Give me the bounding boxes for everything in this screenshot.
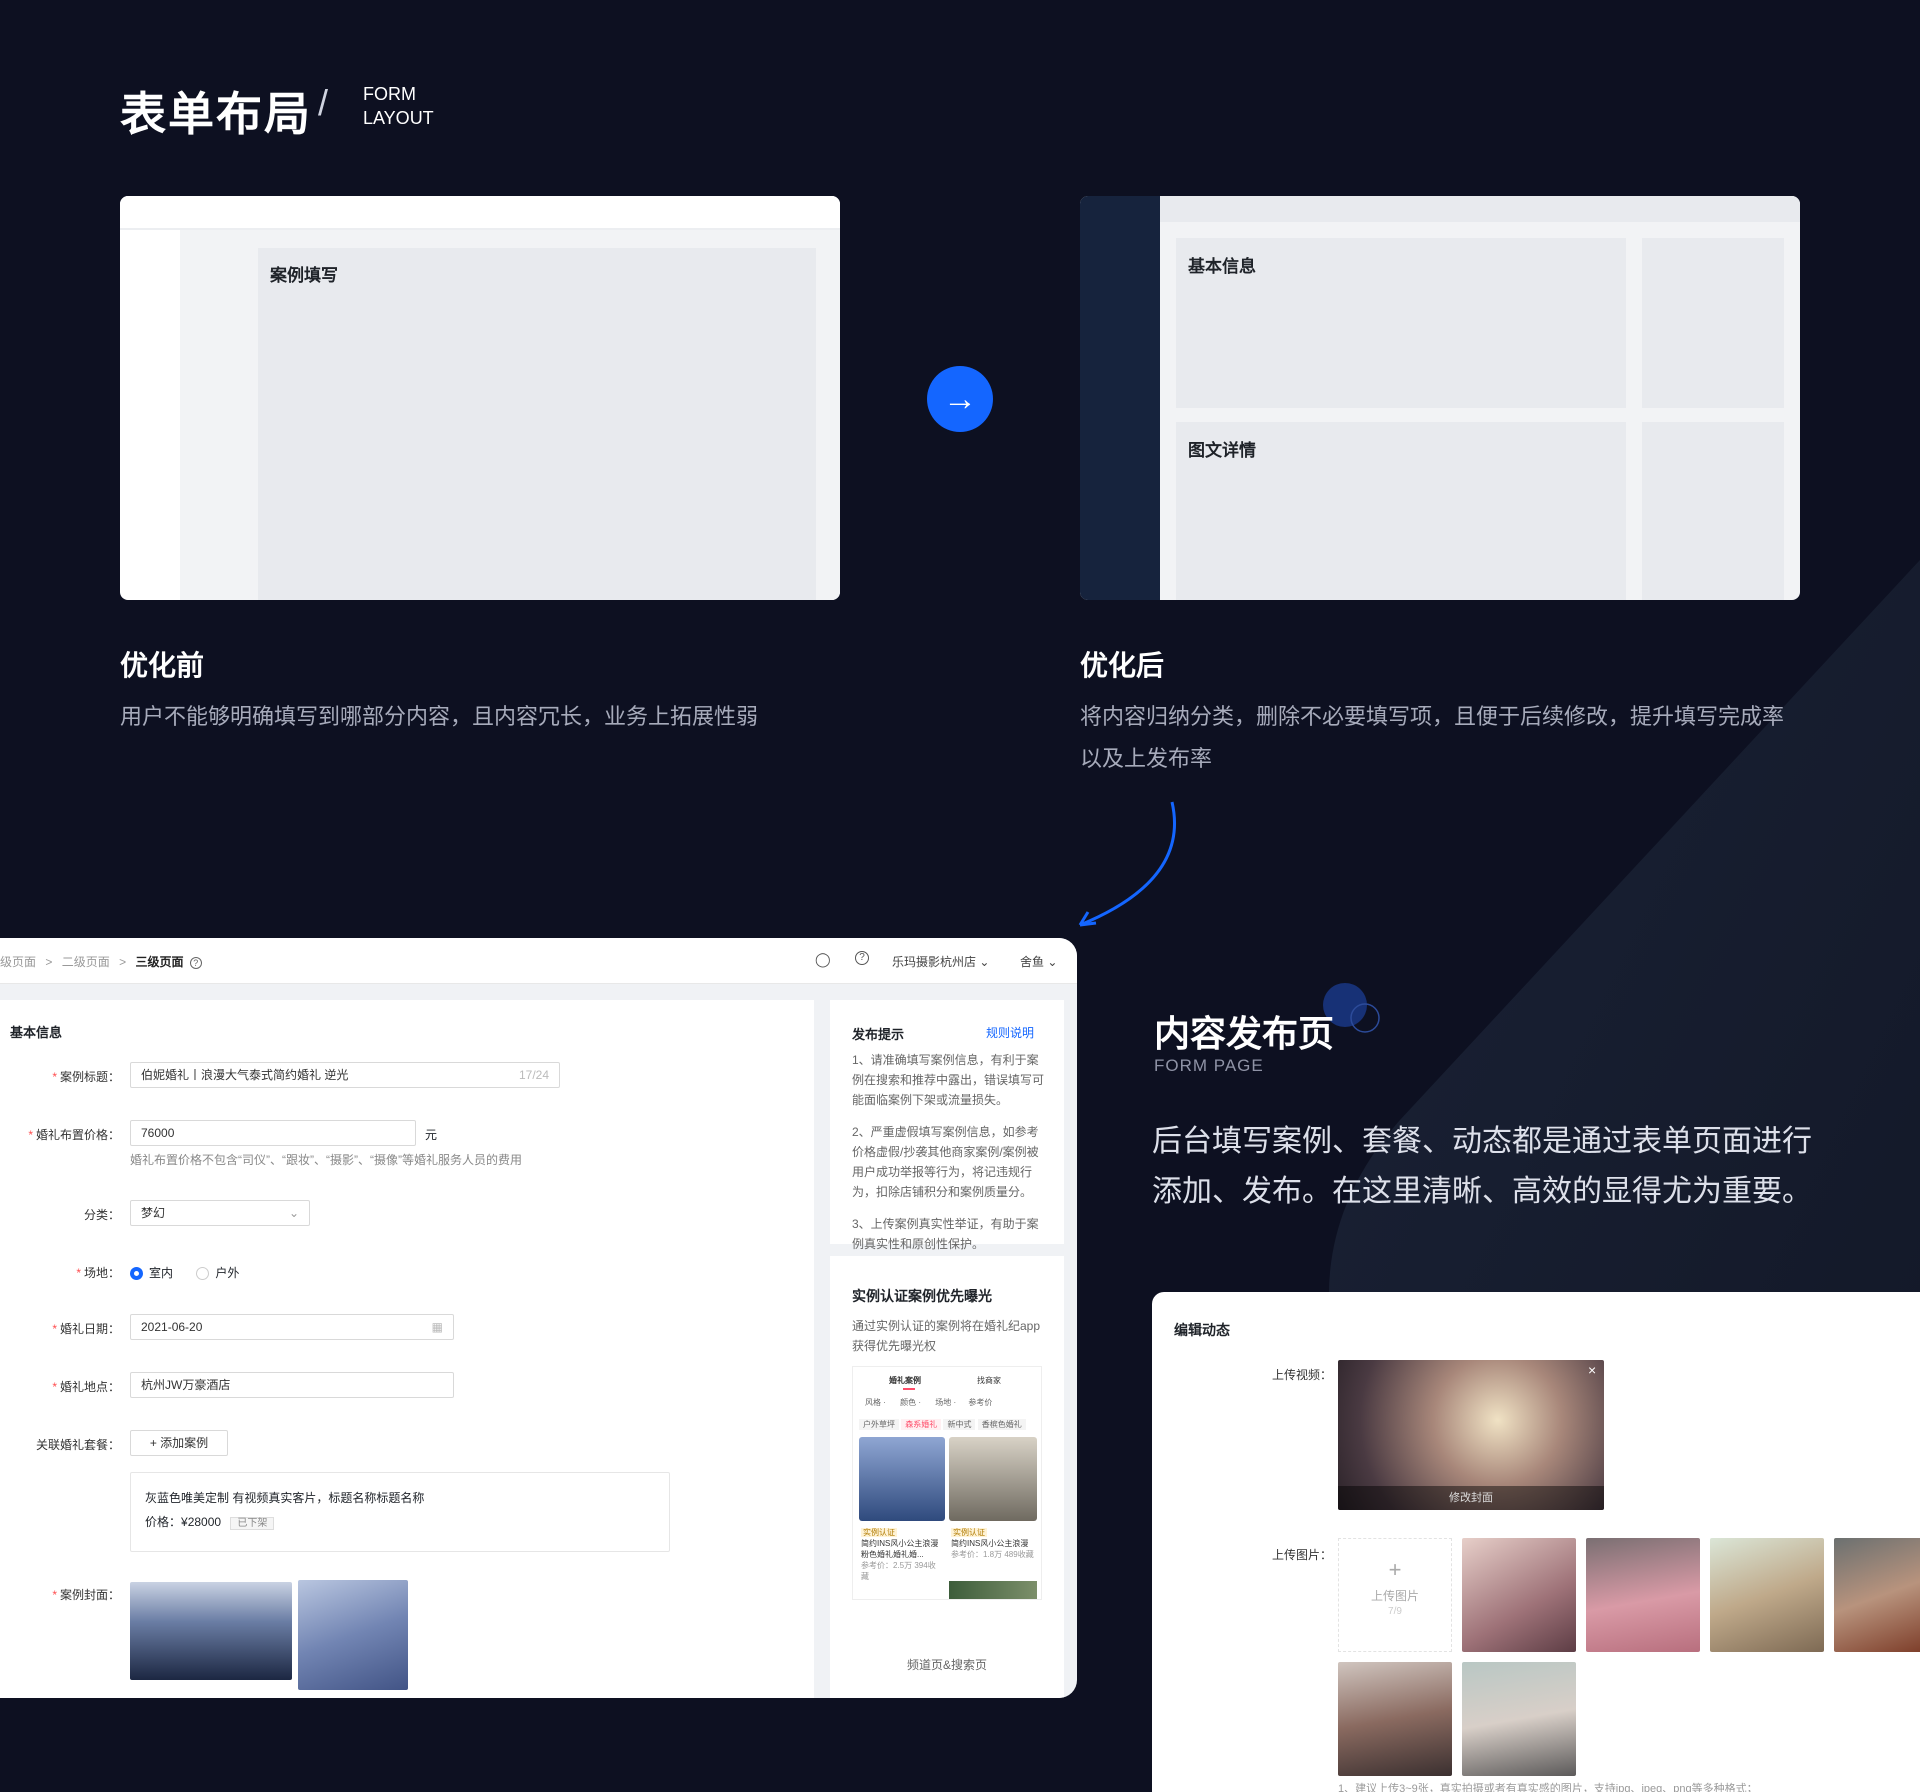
place-input[interactable]: 杭州JW万豪酒店: [130, 1372, 454, 1398]
add-case-button[interactable]: + 添加案例: [130, 1430, 228, 1456]
bell-icon[interactable]: ◯: [815, 951, 831, 968]
breadcrumb: 级页面 > 二级页面 > 三级页面 ?: [0, 953, 202, 970]
user-menu[interactable]: 舍鱼 ⌄: [1020, 953, 1057, 970]
section-title: 基本信息: [10, 1025, 63, 1040]
plus-icon: +: [1388, 1557, 1402, 1582]
top-bar: 级页面 > 二级页面 > 三级页面 ? ◯ ? 乐玛摄影杭州店 ⌄ 舍鱼 ⌄: [0, 938, 1077, 984]
content-page-desc: 后台填写案例、套餐、动态都是通过表单页面进行 添加、发布。在这里清晰、高效的显得尤…: [1152, 1125, 1812, 1208]
before-wireframe: 案例填写: [120, 196, 840, 600]
upload-image-button[interactable]: + 上传图片 7/9: [1338, 1538, 1452, 1652]
after-title: 优化后: [1080, 650, 1165, 681]
chevron-down-icon: ⌄: [288, 1206, 299, 1220]
after-desc: 将内容归纳分类，删除不必要填写项，且便于后续修改，提升填写完成率 以及上发布率: [1080, 704, 1785, 771]
cover-image-1[interactable]: [130, 1582, 292, 1680]
status-badge: 已下架: [230, 1517, 275, 1530]
category-select[interactable]: 梦幻 ⌄: [130, 1200, 310, 1226]
help-icon[interactable]: ?: [189, 957, 202, 969]
uploaded-image[interactable]: [1462, 1662, 1576, 1776]
publish-tips-panel: 发布提示 规则说明 1、请准确填写案例信息，有利于案例在搜索和推荐中露出，错误填…: [830, 1000, 1064, 1251]
uploaded-image[interactable]: [1834, 1538, 1920, 1652]
before-title: 优化前: [120, 650, 205, 681]
page-title: 表单布局: [120, 88, 312, 140]
basic-info-panel: 基本信息 * 案例标题： 伯妮婚礼丨浪漫大气泰式简约婚礼 逆光 17/24 * 婚礼布…: [0, 1000, 814, 1698]
change-cover-button[interactable]: 修改封面: [1338, 1486, 1604, 1510]
content-page-title: 内容发布页: [1154, 1013, 1335, 1054]
radio-indoor[interactable]: 室内: [130, 1266, 173, 1281]
wireframe-label-detail: 图文详情: [1188, 441, 1256, 460]
wireframe-label-basic: 基本信息: [1188, 257, 1256, 276]
edit-title: 编辑动态: [1174, 1322, 1230, 1338]
content-page-en: FORM PAGE: [1154, 1056, 1264, 1075]
after-wireframe: 基本信息 图文详情: [1080, 196, 1800, 600]
date-picker[interactable]: 2021-06-20 ▦: [130, 1314, 454, 1340]
before-desc: 用户不能够明确填写到哪部分内容，且内容冗长，业务上拓展性弱: [120, 704, 759, 729]
flow-arrow: [1079, 801, 1177, 927]
package-card[interactable]: 灰蓝色唯美定制 有视频真实客片，标题名称标题名称 价格：¥28000 已下架: [130, 1472, 670, 1552]
close-icon[interactable]: ×: [1588, 1362, 1596, 1378]
price-unit: 元: [425, 1128, 438, 1142]
upload-footnote: 1、建议上传3~9张，真实拍摄或者有真实感的图片，支持jpg、jpeg、png等…: [1338, 1783, 1758, 1792]
package-label: 关联婚礼套餐：: [35, 1438, 120, 1452]
uploaded-image[interactable]: [1338, 1662, 1452, 1776]
edit-post-card: 编辑动态 上传视频： × 修改封面 上传图片： + 上传图片 7/9 1、建议上…: [1152, 1292, 1920, 1792]
wireframe-label: 案例填写: [270, 266, 338, 285]
case-title-input[interactable]: 伯妮婚礼丨浪漫大气泰式简约婚礼 逆光 17/24: [130, 1062, 560, 1088]
video-thumbnail[interactable]: × 修改封面: [1338, 1360, 1604, 1510]
tips-title: 发布提示: [852, 1027, 905, 1042]
title-separator: /: [318, 82, 329, 123]
store-selector[interactable]: 乐玛摄影杭州店 ⌄: [892, 953, 989, 970]
package-price: 价格：¥28000 已下架: [145, 1513, 275, 1530]
category-label: 分类：: [83, 1208, 120, 1222]
rules-link[interactable]: 规则说明: [986, 1024, 1034, 1041]
venue-label: * 场地：: [76, 1266, 120, 1280]
venue-radio-group: 室内 户外: [130, 1264, 239, 1281]
uploaded-image[interactable]: [1586, 1538, 1700, 1652]
calendar-icon: ▦: [431, 1320, 443, 1334]
page-title-en: FORM LAYOUT: [363, 84, 434, 128]
cert-title: 实例认证案例优先曝光: [852, 1288, 992, 1304]
price-hint: 婚礼布置价格不包含“司仪”、“跟妆”、“摄影”、“摄像”等婚礼服务人员的费用: [130, 1153, 522, 1167]
image-label: 上传图片：: [1272, 1548, 1333, 1562]
breadcrumb-item[interactable]: 二级页面: [62, 955, 110, 969]
date-label: * 婚礼日期：: [52, 1322, 120, 1336]
breadcrumb-current: 三级页面: [135, 955, 184, 969]
cert-panel: 实例认证案例优先曝光 通过实例认证的案例将在婚礼纪app获得优先曝光权 婚礼案例…: [830, 1256, 1064, 1698]
cover-label: * 案例封面：: [52, 1588, 120, 1602]
uploaded-image[interactable]: [1462, 1538, 1576, 1652]
place-label: * 婚礼地点：: [52, 1380, 120, 1394]
video-label: 上传视频：: [1272, 1368, 1333, 1382]
phone-preview: 婚礼案例 找商家 风格 · 颜色 · 场地 · 参考价 户外草坪 森系婚礼 新中…: [852, 1366, 1042, 1600]
breadcrumb-item[interactable]: 级页面: [0, 955, 36, 969]
help-circle-icon[interactable]: ?: [855, 951, 869, 965]
case-title-label: * 案例标题：: [52, 1070, 120, 1084]
radio-outdoor[interactable]: 户外: [196, 1266, 239, 1281]
uploaded-image[interactable]: [1710, 1538, 1824, 1652]
price-label: * 婚礼布置价格：: [28, 1128, 120, 1142]
cert-footer: 频道页&搜索页: [906, 1658, 987, 1672]
package-name: 灰蓝色唯美定制 有视频真实客片，标题名称标题名称: [145, 1491, 425, 1505]
arrow-right-icon: →: [927, 366, 993, 432]
cert-desc: 通过实例认证的案例将在婚礼纪app获得优先曝光权: [852, 1319, 1041, 1353]
cover-image-2[interactable]: [298, 1580, 408, 1690]
tips-text: 1、请准确填写案例信息，有利于案例在搜索和推荐中露出，错误填写可能面临案例下架或…: [852, 1053, 1045, 1251]
price-input[interactable]: 76000: [130, 1120, 416, 1146]
form-screenshot: 级页面 > 二级页面 > 三级页面 ? ◯ ? 乐玛摄影杭州店 ⌄ 舍鱼 ⌄ 基…: [0, 938, 1077, 1698]
